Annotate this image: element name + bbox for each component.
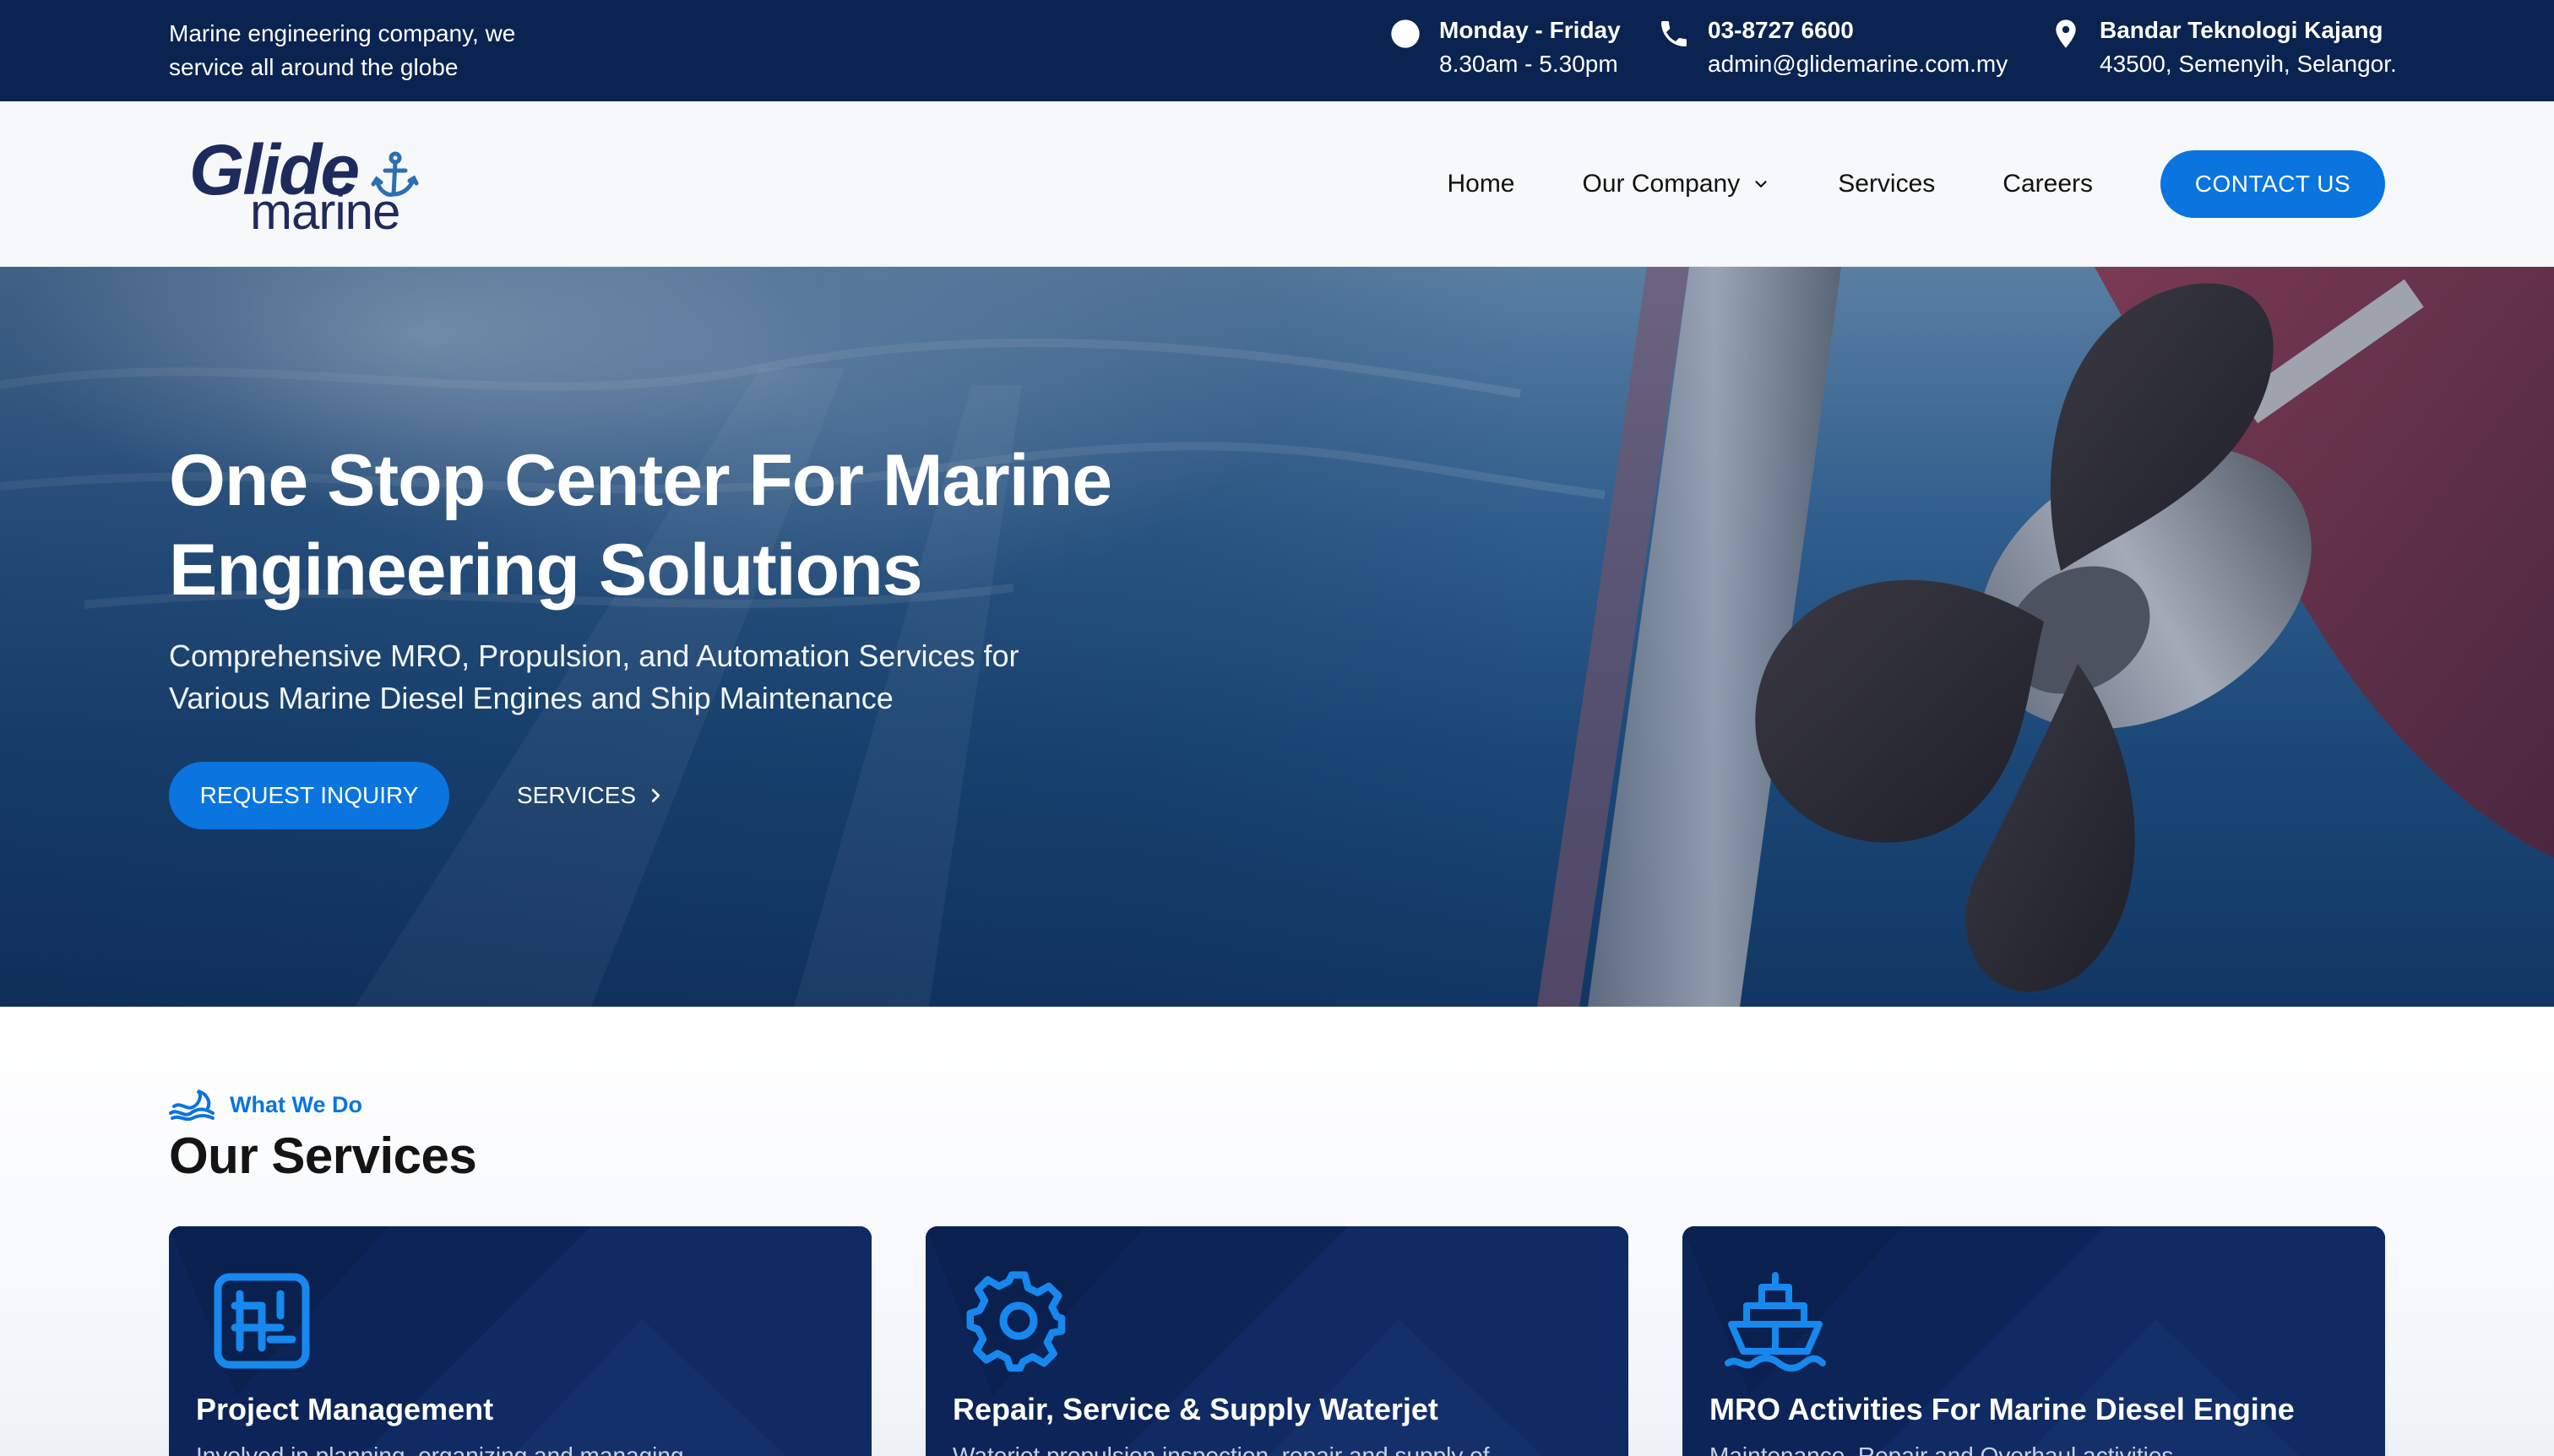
nav-item-label: Services (1838, 170, 1936, 198)
ship-icon (1725, 1272, 1826, 1372)
address-line-2: 43500, Semenyih, Selangor. (2100, 51, 2397, 77)
section-kicker: What We Do (169, 1088, 362, 1122)
email-address[interactable]: admin@glidemarine.com.my (1708, 47, 2008, 81)
nav-item-label: Careers (2002, 170, 2093, 198)
service-card[interactable]: MRO Activities For Marine Diesel Engine … (1682, 1226, 2385, 1456)
contact-us-button[interactable]: CONTACT US (2160, 150, 2385, 218)
request-inquiry-button[interactable]: REQUEST INQUIRY (169, 762, 449, 829)
nav-menu: Home Our Company Services Careers CONTAC… (1447, 150, 2385, 218)
nav-item-services[interactable]: Services (1838, 170, 1935, 198)
chevron-down-icon (1755, 181, 1767, 187)
hero-banner: One Stop Center For Marine Engineering S… (0, 267, 2554, 1007)
service-card[interactable]: Repair, Service & Supply Waterjet Waterj… (926, 1226, 1628, 1456)
nav-item-label: Our Company (1582, 170, 1741, 198)
top-info-bar: Marine engineering company, we service a… (0, 0, 2554, 101)
clock-icon (1388, 17, 1426, 54)
main-navigation: Glide marine Home Our Company Services C… (0, 101, 2554, 267)
services-link-label: SERVICES (517, 782, 637, 808)
map-pin-icon (2049, 17, 2086, 54)
section-title: Our Services (169, 1127, 477, 1184)
services-section: What We Do Our Services Project Manageme… (0, 1007, 2554, 1456)
service-card-description: Waterjet propulsion inspection, repair a… (953, 1442, 1490, 1456)
hours-time: 8.30am - 5.30pm (1439, 51, 1618, 77)
phone-number[interactable]: 03-8727 6600 (1708, 14, 2008, 47)
service-card-title: Repair, Service & Supply Waterjet (953, 1392, 1438, 1426)
hero-title: One Stop Center For Marine Engineering S… (169, 440, 1112, 611)
address-line-1: Bandar Teknologi Kajang (2100, 17, 2383, 43)
kicker-label: What We Do (230, 1091, 362, 1117)
address-info: Bandar Teknologi Kajang 43500, Semenyih,… (2049, 14, 2397, 81)
business-hours: Monday - Friday 8.30am - 5.30pm (1388, 14, 1621, 81)
company-tagline: Marine engineering company, we service a… (169, 20, 516, 80)
service-card[interactable]: Project Management Involved in planning,… (169, 1226, 872, 1456)
phone-icon (1657, 17, 1694, 54)
nav-item-home[interactable]: Home (1447, 170, 1514, 198)
hours-days: Monday - Friday (1439, 17, 1621, 43)
nav-item-our-company[interactable]: Our Company (1583, 170, 1771, 198)
gear-icon (966, 1271, 1066, 1372)
wave-icon (169, 1089, 215, 1122)
project-management-icon (214, 1273, 310, 1369)
anchor-icon (371, 151, 419, 197)
service-card-description: Involved in planning, organizing and man… (196, 1442, 684, 1456)
propeller-illustration (1537, 267, 2554, 1007)
nav-item-label: Home (1447, 170, 1515, 198)
nav-item-careers[interactable]: Careers (2002, 170, 2093, 198)
chevron-right-icon (651, 789, 660, 802)
glide-marine-logo[interactable]: Glide marine (186, 132, 422, 242)
services-link[interactable]: SERVICES (517, 779, 665, 812)
service-card-description: Maintenance, Repair and Overhaul activit… (1709, 1442, 2174, 1456)
contact-info: 03-8727 6600 admin@glidemarine.com.my (1657, 14, 2008, 81)
service-card-title: Project Management (196, 1392, 494, 1426)
service-card-title: MRO Activities For Marine Diesel Engine (1709, 1392, 2295, 1426)
hero-subtitle: Comprehensive MRO, Propulsion, and Autom… (169, 638, 1019, 715)
